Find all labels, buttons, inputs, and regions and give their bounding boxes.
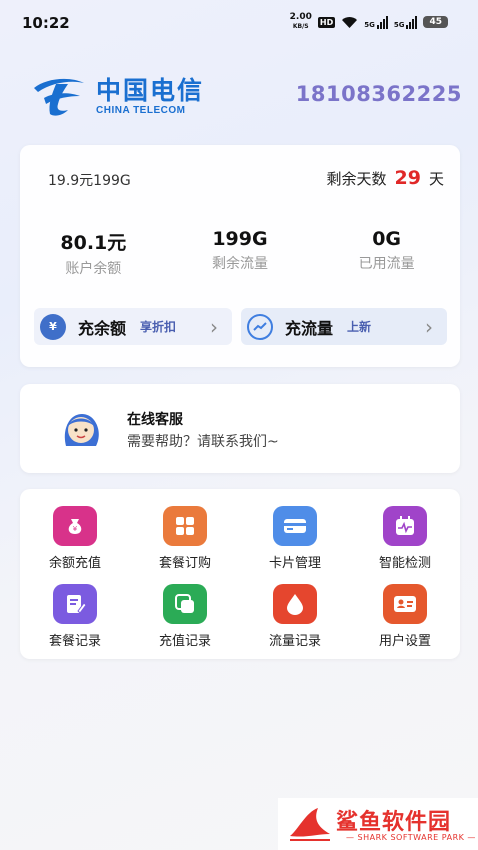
stat-value: 199G xyxy=(212,228,268,250)
stat-value: 0G xyxy=(372,228,402,250)
grid-item-recharge-records[interactable]: 充值记录 xyxy=(130,584,240,649)
money-bag-icon: ¥ xyxy=(53,506,97,546)
hd-badge: HD xyxy=(317,16,336,28)
customer-service-card[interactable]: 在线客服 需要帮助？请联系我们~ xyxy=(20,384,460,473)
copy-screen-icon xyxy=(163,584,207,624)
grid-label: 用户设置 xyxy=(378,634,431,649)
support-avatar-icon xyxy=(64,414,99,446)
status-bar: 10:22 2.00 KB/S HD 5G 5G 45 xyxy=(0,0,478,44)
stat-label: 剩余流量 xyxy=(211,256,268,272)
recharge-data-button[interactable]: 充流量 上新 › xyxy=(241,308,447,345)
account-stats: 80.1元 账户余额 199G 剩余流量 0G 已用流量 xyxy=(20,228,460,278)
grid-item-balance-recharge[interactable]: ¥ 余额充值 xyxy=(20,506,130,571)
calendar-pulse-icon xyxy=(383,506,427,546)
chevron-right-icon: › xyxy=(425,314,433,339)
chevron-right-icon: › xyxy=(210,314,218,339)
days-label: 剩余天数 xyxy=(326,170,387,188)
grid-item-smart-check[interactable]: 智能检测 xyxy=(350,506,460,571)
grid-label: 流量记录 xyxy=(268,634,321,649)
grid-item-card-manage[interactable]: 卡片管理 xyxy=(240,506,350,571)
china-telecom-logo: 中国电信 CHINA TELECOM xyxy=(30,74,204,120)
grid-label: 余额充值 xyxy=(48,556,101,571)
function-grid: ¥ 余额充值 套餐订购 卡片管理 智能检测 套餐记录 充值记录 流量记录 用户设… xyxy=(20,506,460,649)
logo-text-cn: 中国电信 xyxy=(96,77,205,105)
grid-apps-icon xyxy=(163,506,207,546)
stat-label: 已用流量 xyxy=(358,256,415,272)
stat-balance[interactable]: 80.1元 账户余额 xyxy=(20,228,167,278)
phone-number: 18108362225 xyxy=(295,82,462,106)
grid-label: 智能检测 xyxy=(378,556,431,571)
wifi-icon xyxy=(342,16,358,28)
function-grid-card: ¥ 余额充值 套餐订购 卡片管理 智能检测 套餐记录 充值记录 流量记录 用户设… xyxy=(20,489,460,659)
status-icons: 2.00 KB/S HD 5G 5G 45 xyxy=(290,13,448,31)
watermark-text: 鲨鱼软件园 xyxy=(336,810,452,835)
trend-circle-icon xyxy=(247,313,273,340)
status-time: 10:22 xyxy=(22,14,70,32)
grid-item-user-settings[interactable]: 用户设置 xyxy=(350,584,460,649)
days-value: 29 xyxy=(394,167,421,189)
days-unit: 天 xyxy=(428,170,444,188)
plan-name: 19.9元199G xyxy=(48,173,131,189)
edit-document-icon xyxy=(53,584,97,624)
grid-item-plan-records[interactable]: 套餐记录 xyxy=(20,584,130,649)
money-bag-icon: ¥ xyxy=(40,313,66,340)
signal-5g-icon: 5G xyxy=(364,15,388,29)
service-title: 在线客服 xyxy=(127,412,183,428)
signal-5g-icon-2: 5G xyxy=(394,15,418,29)
account-card: 19.9元199G 剩余天数 29 天 80.1元 账户余额 199G 剩余流量… xyxy=(20,145,460,367)
stat-value: 80.1元 xyxy=(60,232,127,254)
grid-item-data-records[interactable]: 流量记录 xyxy=(240,584,350,649)
recharge-balance-tag: 享折扣 xyxy=(140,320,177,334)
grid-label: 套餐订购 xyxy=(158,556,211,571)
stat-remaining-data[interactable]: 199G 剩余流量 xyxy=(167,228,314,278)
service-subtitle: 需要帮助？请联系我们~ xyxy=(127,434,279,450)
shark-logo-icon xyxy=(290,808,330,841)
telecom-logo-icon xyxy=(34,78,84,116)
remaining-days: 剩余天数 29 天 xyxy=(327,167,444,189)
stat-label: 账户余额 xyxy=(65,261,122,277)
logo-text-en: CHINA TELECOM xyxy=(96,104,186,116)
recharge-data-tag: 上新 xyxy=(347,320,372,334)
grid-label: 套餐记录 xyxy=(48,634,101,649)
battery-icon: 45 xyxy=(423,16,448,28)
grid-label: 充值记录 xyxy=(158,634,211,649)
header: 中国电信 CHINA TELECOM 18108362225 xyxy=(30,70,462,120)
watermark-subtext: — SHARK SOFTWARE PARK — xyxy=(346,833,476,842)
card-icon xyxy=(273,506,317,546)
recharge-data-label: 充流量 xyxy=(285,318,334,338)
stat-used-data[interactable]: 0G 已用流量 xyxy=(313,228,460,278)
network-speed: 2.00 KB/S xyxy=(289,12,312,31)
recharge-balance-label: 充余额 xyxy=(78,318,127,338)
recharge-balance-button[interactable]: ¥ 充余额 享折扣 › xyxy=(34,308,232,345)
user-card-icon xyxy=(383,584,427,624)
grid-item-plan-order[interactable]: 套餐订购 xyxy=(130,506,240,571)
svg-text:¥: ¥ xyxy=(73,525,78,533)
watermark: 鲨鱼软件园 — SHARK SOFTWARE PARK — xyxy=(278,798,478,850)
grid-label: 卡片管理 xyxy=(268,556,321,571)
water-drop-icon xyxy=(273,584,317,624)
